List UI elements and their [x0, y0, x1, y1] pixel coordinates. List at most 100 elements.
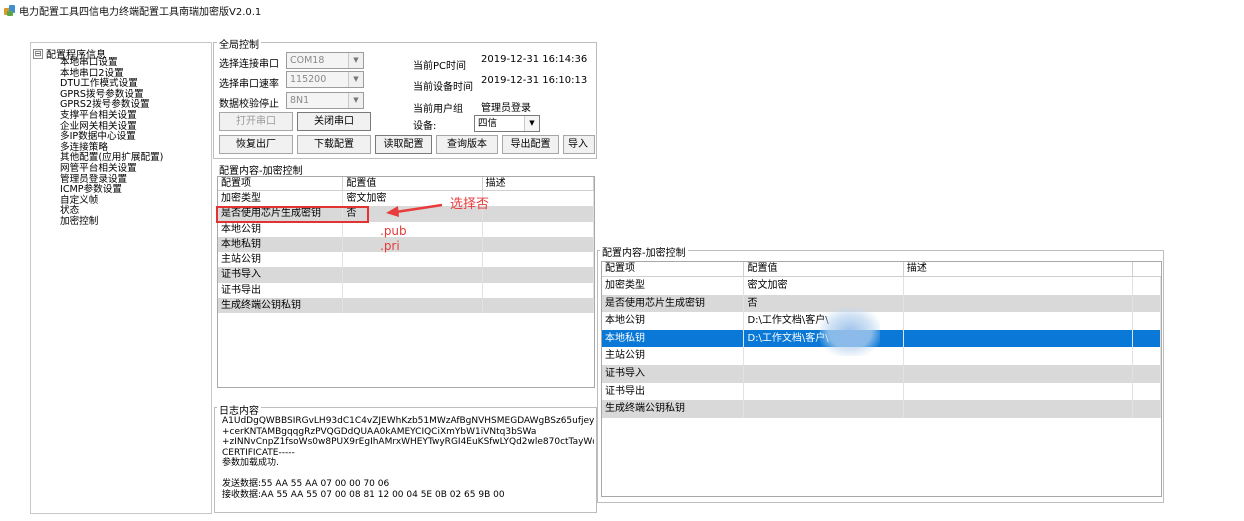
cell-value[interactable] [343, 236, 483, 253]
cell-value[interactable] [744, 382, 904, 401]
cell-value[interactable] [343, 282, 483, 299]
col-header-desc[interactable]: 描述 [904, 262, 1134, 276]
open-port-button[interactable]: 打开串口 [219, 112, 293, 131]
cell-value[interactable] [343, 298, 483, 314]
cell-desc[interactable] [483, 206, 594, 222]
port-select[interactable]: COM18 ▼ [286, 52, 364, 69]
cell-desc[interactable] [483, 221, 594, 237]
tree-item[interactable]: 网管平台相关设置 [60, 163, 163, 175]
factory-reset-button[interactable]: 恢复出厂 [219, 135, 293, 154]
cell-item[interactable]: 证书导出 [218, 282, 344, 299]
query-version-button[interactable]: 查询版本 [436, 135, 498, 154]
cell-item[interactable]: 生成终端公钥私钥 [602, 400, 745, 418]
cell-item[interactable]: 主站公钥 [602, 347, 745, 365]
tree-item[interactable]: 本地串口设置 [60, 57, 163, 69]
cell-item[interactable]: 加密类型 [218, 191, 344, 207]
table-row[interactable]: 本地私钥 [218, 236, 594, 253]
device-select[interactable]: 四信 ▼ [474, 115, 540, 132]
cell-item[interactable]: 证书导出 [602, 382, 745, 401]
cell-desc[interactable] [483, 267, 594, 283]
cell-value[interactable] [343, 252, 483, 268]
col-header-desc[interactable]: 描述 [483, 177, 594, 190]
cell-item[interactable]: 证书导入 [602, 364, 745, 383]
cell-item[interactable]: 本地私钥 [602, 329, 745, 348]
cell-desc[interactable] [904, 277, 1134, 295]
cell-item[interactable]: 本地公钥 [218, 221, 344, 237]
cell-value[interactable]: 密文加密 [744, 277, 904, 295]
cell-desc[interactable] [904, 400, 1134, 418]
download-config-button[interactable]: 下载配置 [297, 135, 371, 154]
collapse-icon[interactable]: ⊟ [33, 48, 43, 59]
parity-select[interactable]: 8N1 ▼ [286, 92, 364, 109]
cell-desc[interactable] [904, 347, 1134, 365]
import-button[interactable]: 导入 [563, 135, 595, 154]
cell-desc[interactable] [904, 364, 1134, 383]
log-content[interactable]: A1UdDgQWBBSIRGvLH93dC1C4vZJEWhKzb51MWzAf… [222, 416, 594, 509]
cell-value[interactable] [744, 400, 904, 418]
close-port-button[interactable]: 关闭串口 [297, 112, 371, 131]
cell-extra [1133, 382, 1161, 401]
table-row[interactable]: 主站公钥 [218, 252, 594, 268]
col-header-value[interactable]: 配置值 [744, 262, 904, 276]
cell-desc[interactable] [904, 294, 1134, 313]
cell-item[interactable]: 本地公钥 [602, 312, 745, 330]
zoom-config-grid[interactable]: 配置项 配置值 描述 加密类型 密文加密 是否使用芯片生成密钥否本地公钥 D:\工作文… [601, 261, 1162, 497]
config-tree[interactable]: ⊟ 配置程序信息 本地串口设置 本地串口2设置 DTU工作模式设置 GPRS拨号参数设… [30, 42, 212, 514]
baud-label: 选择串口速率 [219, 79, 279, 90]
cell-desc[interactable] [904, 329, 1134, 348]
cell-extra [1133, 364, 1161, 383]
col-header-item[interactable]: 配置项 [218, 177, 344, 190]
window-title: 电力配置工具四信电力终端配置工具南瑞加密版V2.0.1 [19, 6, 262, 18]
cell-extra [1133, 347, 1161, 365]
cell-item[interactable]: 加密类型 [602, 277, 745, 295]
arrow-icon [386, 203, 443, 217]
user-group-label: 当前用户组 [413, 104, 463, 115]
table-row[interactable]: 本地公钥 D:\工作文档\客户\ [602, 312, 1161, 330]
log-title: 日志内容 [217, 402, 261, 417]
port-label: 选择连接串口 [219, 59, 279, 70]
cell-item[interactable]: 本地私钥 [218, 236, 344, 253]
log-line: 发送数据:55 AA 55 AA 07 00 00 70 06 [222, 479, 390, 489]
cell-item[interactable]: 是否使用芯片生成密钥 [602, 294, 745, 313]
grid-rows: 加密类型 密文加密 是否使用芯片生成密钥否本地公钥 D:\工作文档\客户\ 本地私钥 D:… [602, 277, 1161, 418]
cell-desc[interactable] [483, 191, 594, 207]
cell-desc[interactable] [904, 382, 1134, 401]
zoom-panel-title: 配置内容-加密控制 [600, 244, 688, 259]
tree-item[interactable]: 支撑平台相关设置 [60, 110, 163, 122]
cell-item[interactable]: 生成终端公钥私钥 [218, 298, 344, 314]
table-row[interactable]: 是否使用芯片生成密钥否 [602, 294, 1161, 313]
col-header-extra [1133, 262, 1161, 276]
table-row[interactable]: 证书导出 [602, 382, 1161, 401]
read-config-button[interactable]: 读取配置 [375, 135, 432, 154]
baud-select[interactable]: 115200 ▼ [286, 71, 364, 88]
table-row[interactable]: 证书导入 [218, 267, 594, 283]
cell-desc[interactable] [483, 236, 594, 253]
table-row[interactable]: 证书导入 [602, 364, 1161, 383]
cell-item[interactable]: 证书导入 [218, 267, 344, 283]
col-header-item[interactable]: 配置项 [602, 262, 745, 276]
device-time-label: 当前设备时间 [413, 82, 473, 93]
cell-desc[interactable] [904, 312, 1134, 330]
cell-desc[interactable] [483, 282, 594, 299]
export-config-button[interactable]: 导出配置 [502, 135, 559, 154]
cell-value[interactable] [343, 267, 483, 283]
cell-extra [1133, 277, 1161, 295]
cell-value[interactable] [744, 364, 904, 383]
table-row[interactable]: 生成终端公钥私钥 [602, 400, 1161, 418]
cell-value[interactable] [343, 221, 483, 237]
grid-header: 配置项 配置值 描述 [602, 262, 1161, 277]
device-label: 设备: [413, 121, 437, 132]
table-row[interactable]: 生成终端公钥私钥 [218, 298, 594, 314]
table-row[interactable]: 主站公钥 [602, 347, 1161, 365]
col-header-value[interactable]: 配置值 [343, 177, 483, 190]
cell-item[interactable]: 主站公钥 [218, 252, 344, 268]
table-row[interactable]: 证书导出 [218, 282, 594, 299]
cell-desc[interactable] [483, 298, 594, 314]
tree-item[interactable]: 加密控制 [60, 216, 163, 228]
table-row[interactable]: 本地私钥 D:\工作文档\客户\ [602, 329, 1161, 348]
user-group-value: 管理员登录 [481, 103, 531, 114]
highlight-box [216, 206, 369, 223]
table-row[interactable]: 加密类型 密文加密 [602, 277, 1161, 295]
cell-desc[interactable] [483, 252, 594, 268]
